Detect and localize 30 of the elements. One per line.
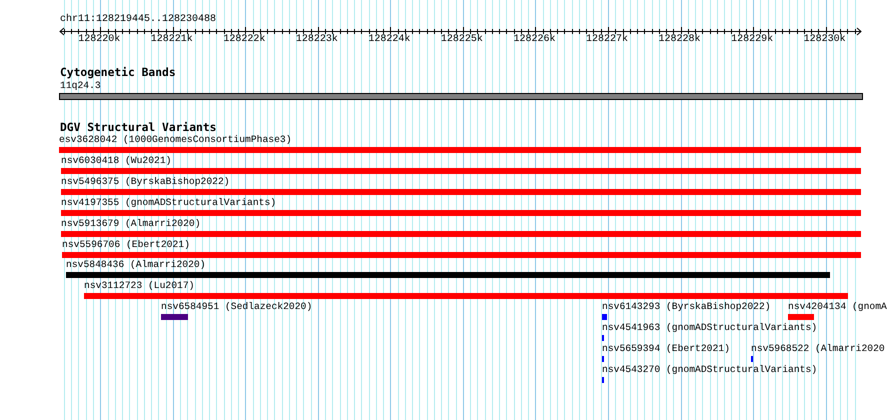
track-title: DGV Structural Variants <box>60 121 216 135</box>
variant-label: nsv4541963 (gnomADStructuralVariants) <box>602 322 818 334</box>
variant-label: nsv5968522 (Almarri2020 <box>751 343 885 355</box>
variant-label: nsv6143293 (ByrskaBishop2022) <box>602 301 771 314</box>
variant-label: nsv5596706 (Ebert2021) <box>62 238 190 250</box>
track-title: Cytogenetic Bands <box>60 66 176 80</box>
variant-label: esv3628042 (1000GenomesConsortiumPhase3) <box>59 134 292 146</box>
variant-label: nsv5848436 (Almarri2020) <box>66 259 206 272</box>
variant-label: nsv5659394 (Ebert2021) <box>602 343 730 355</box>
variant-label: nsv5913679 (Almarri2020) <box>61 218 201 230</box>
ruler-label: 128230k <box>804 34 846 46</box>
location-label: chr11:128219445..128230488 <box>60 14 216 26</box>
ruler-label: 128225k <box>440 34 483 46</box>
ruler-label: 128228k <box>658 34 701 46</box>
ruler-label: 128224k <box>368 34 410 46</box>
band-label: 11q24.3 <box>60 80 101 92</box>
ruler-label: 128223k <box>296 34 338 46</box>
variant-label: nsv3112723 (Lu2017) <box>84 280 194 292</box>
variant-label: nsv5496375 (ByrskaBishop2022) <box>61 176 230 188</box>
variant-label: nsv4204134 (gnomA <box>788 301 887 314</box>
ruler-label: 128222k <box>223 34 266 46</box>
variant-label: nsv4543270 (gnomADStructuralVariants) <box>602 364 818 376</box>
variant-label: nsv6584951 (Sedlazeck2020) <box>161 301 312 314</box>
ruler-label: 128220k <box>78 34 120 46</box>
ruler-label: 128229k <box>731 34 774 46</box>
variant-label: nsv6030418 (Wu2021) <box>61 154 172 167</box>
ruler-label: 128226k <box>513 34 556 46</box>
variant-label: nsv4197355 (gnomADStructuralVariants) <box>61 196 276 209</box>
ruler-label: 128227k <box>586 34 628 46</box>
ruler-label: 128221k <box>150 34 193 46</box>
